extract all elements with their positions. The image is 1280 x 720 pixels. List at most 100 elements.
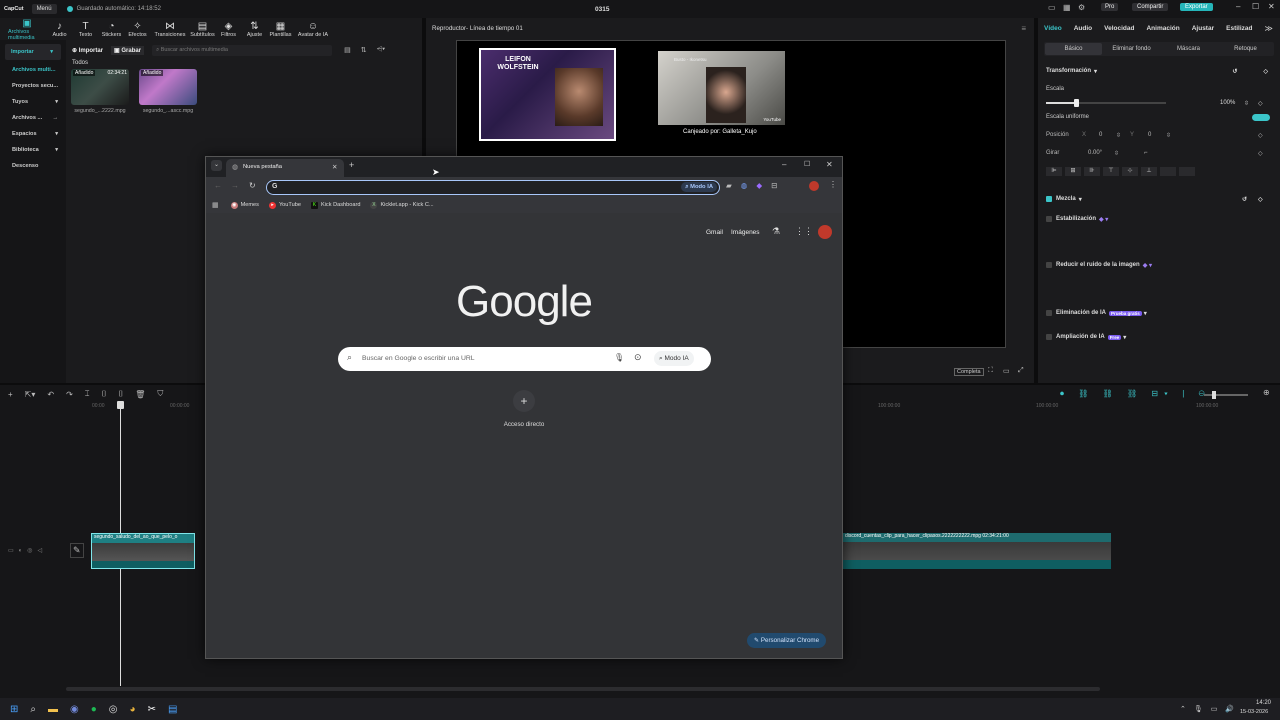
track-controls[interactable]: ▭◐◎◁ xyxy=(8,547,47,554)
tray-icons[interactable]: ⌃🎙▭🔊 xyxy=(1180,705,1242,713)
zoom-slider[interactable] xyxy=(1204,391,1248,399)
tool-audio[interactable]: ♪ Audio xyxy=(47,21,72,38)
bookmark-youtube[interactable]: ▸ YouTube xyxy=(268,201,301,209)
rotate-input[interactable]: 0.00° xyxy=(1088,150,1102,156)
prop-tab[interactable]: Audio xyxy=(1074,25,1092,32)
customize-chrome-button[interactable]: ✎ Personalizar Chrome xyxy=(747,633,827,648)
prop-tab[interactable]: Ajustar xyxy=(1192,25,1214,32)
tool-templates[interactable]: ▦ Plantillas xyxy=(268,21,293,38)
spotify-icon[interactable]: ● xyxy=(91,704,97,715)
bookmark-kicklet[interactable]: X Kicklet.app - Kick C... xyxy=(370,201,434,209)
share-button[interactable]: Compartir xyxy=(1132,3,1169,11)
tab-close-icon[interactable]: ✕ xyxy=(332,163,337,171)
prop-tab[interactable]: Vídeo xyxy=(1044,25,1062,32)
voice-search-icon[interactable]: 🎙 xyxy=(614,353,624,362)
nav-item[interactable]: Proyectos secu... xyxy=(0,78,66,94)
prop-tab[interactable]: Velocidad xyxy=(1104,25,1134,32)
chrome-menu-icon[interactable]: ⋮ xyxy=(829,180,837,189)
clock-date[interactable]: 15-03-2026 xyxy=(1240,709,1268,715)
close-icon[interactable]: ✕ xyxy=(1268,2,1275,11)
media-search-input[interactable]: ⌕ Buscar archivos multimedia xyxy=(152,44,333,56)
prop-tab[interactable]: Estilizad xyxy=(1226,25,1252,32)
search-icon[interactable]: ⌕ xyxy=(30,704,36,715)
back-icon[interactable]: ← xyxy=(214,181,222,190)
ai-mode-chip[interactable]: ⌕ Modo IA xyxy=(681,182,717,192)
zoom-in-icon[interactable]: ⊕ xyxy=(1263,388,1270,397)
nav-item[interactable]: Tuyos ▾ xyxy=(0,94,66,110)
sort-icon[interactable]: ⇅ xyxy=(361,46,367,54)
nav-item[interactable]: Archivos multi... xyxy=(0,62,66,78)
window-button-icon[interactable]: ▭ xyxy=(1048,3,1056,12)
crop-icon[interactable]: ⛶ xyxy=(988,367,993,375)
nav-item[interactable]: Biblioteca ▾ xyxy=(0,142,66,158)
folder-icon[interactable]: ▬ xyxy=(48,704,58,715)
pro-button[interactable]: Pro xyxy=(1101,3,1119,11)
bookmark-kick-dashboard[interactable]: K Kick Dashboard xyxy=(310,201,360,209)
fullscreen-icon[interactable]: ⤢ xyxy=(1018,367,1024,375)
chrome-maximize-icon[interactable]: ☐ xyxy=(804,160,810,168)
tab-search-icon[interactable]: ⌄ xyxy=(211,160,222,171)
tool-effects[interactable]: ✧ Efectos xyxy=(125,21,150,38)
apps-icon[interactable]: ▦ xyxy=(212,201,219,209)
player-menu-icon[interactable]: ≡ xyxy=(1021,24,1026,33)
align-buttons[interactable]: ⊫ ⊞ ⊪ ⊤ ⊹ ⊥ xyxy=(1046,166,1280,176)
ai-remove-section[interactable]: Eliminación de IA Prueba gratis ▾ xyxy=(1038,304,1280,322)
split-left-icon[interactable]: ⌷ xyxy=(102,389,107,399)
add-icon[interactable]: + xyxy=(8,390,13,399)
clock-time[interactable]: 14:20 xyxy=(1256,700,1271,706)
bookmark-memes[interactable]: ◉ Memes xyxy=(230,201,259,209)
chrome-icon[interactable]: ◕ xyxy=(130,704,136,715)
tool-filters[interactable]: ◈ Filtros xyxy=(216,21,241,38)
gmail-link[interactable]: Gmail xyxy=(706,229,723,236)
record-button[interactable]: ▣ Grabar xyxy=(111,45,145,55)
stabilize-section[interactable]: Estabilización ◆ ▾ xyxy=(1038,210,1280,228)
tab-new-tab[interactable]: ◍ Nueva pestaña ✕ xyxy=(226,159,344,177)
prop-subtab[interactable]: Básico xyxy=(1045,43,1102,55)
settings-icon[interactable]: ⚙ xyxy=(1078,3,1085,12)
tool-media[interactable]: ▣ Archivos multimedia xyxy=(8,18,46,41)
lens-icon[interactable]: ⊙ xyxy=(634,352,642,363)
edit-cover-icon[interactable]: ✎ xyxy=(70,543,84,558)
grid-view-icon[interactable]: ▤ xyxy=(344,46,351,54)
start-icon[interactable]: ⊞ xyxy=(10,704,18,715)
tool-adjust[interactable]: ⇅ Ajuste xyxy=(242,21,267,38)
nav-item[interactable]: Archivos ... → xyxy=(0,110,66,126)
nav-item[interactable]: Espacios ▾ xyxy=(0,126,66,142)
layout-icon[interactable]: ▦ xyxy=(1063,3,1071,12)
maximize-icon[interactable]: ☐ xyxy=(1252,2,1259,11)
capcut-icon[interactable]: ✂ xyxy=(148,704,156,715)
export-button[interactable]: Exportar xyxy=(1180,3,1213,11)
forward-icon[interactable]: → xyxy=(231,181,239,190)
add-shortcut-button[interactable]: + xyxy=(513,390,535,412)
undo-icon[interactable]: ↶ xyxy=(47,390,54,399)
full-quality-button[interactable]: Completa xyxy=(954,368,984,376)
pos-x-input[interactable]: 0 xyxy=(1099,132,1102,138)
blend-section[interactable]: Mezcla ▾ ↺ ◇ xyxy=(1038,190,1280,208)
uniform-scale-toggle[interactable] xyxy=(1252,113,1270,121)
nav-item[interactable]: Importar ▾ xyxy=(5,44,61,60)
ratio-icon[interactable]: ▭ xyxy=(1003,367,1010,375)
nav-item[interactable]: Descenso xyxy=(0,158,66,174)
timeline-clip[interactable]: segundo_saludo_del_ao_que_pelo_o xyxy=(91,533,195,569)
split-icon[interactable]: ⌶ xyxy=(85,389,90,399)
tool-avatar[interactable]: ☺ Avatar de IA xyxy=(294,21,332,38)
denoise-section[interactable]: Reducir el ruido de la imagen ◆ ▾ xyxy=(1038,256,1280,274)
shield-icon[interactable]: ⛉ xyxy=(157,389,163,399)
google-apps-icon[interactable]: ⋮⋮ xyxy=(795,226,813,237)
images-link[interactable]: Imágenes xyxy=(731,229,760,236)
timeline-scrollbar[interactable] xyxy=(66,687,1100,691)
ai-expand-section[interactable]: Ampliación de IA Free ▾ xyxy=(1038,328,1280,346)
timeline-clip[interactable]: discord_cuentas_clip_para_hacer_clipasos… xyxy=(843,533,1111,569)
filter-icon[interactable]: ⩤▾ xyxy=(377,46,386,54)
ai-mode-button[interactable]: ⌕ Modo IA xyxy=(654,351,694,366)
delete-icon[interactable]: 🗑 xyxy=(135,390,145,399)
omnibox[interactable]: G ⌕ Modo IA xyxy=(266,180,720,195)
prop-subtab[interactable]: Retoque xyxy=(1217,43,1274,55)
more-tabs-icon[interactable]: ≫ xyxy=(1265,24,1273,33)
prop-subtab[interactable]: Máscara xyxy=(1160,43,1217,55)
import-button[interactable]: ⊕ Importar xyxy=(72,47,103,54)
scale-value[interactable]: 100% xyxy=(1220,100,1235,106)
stepper-icon[interactable]: ⇳ xyxy=(1244,100,1249,107)
pos-y-input[interactable]: 0 xyxy=(1148,132,1151,138)
reload-icon[interactable]: ↻ xyxy=(249,181,256,190)
